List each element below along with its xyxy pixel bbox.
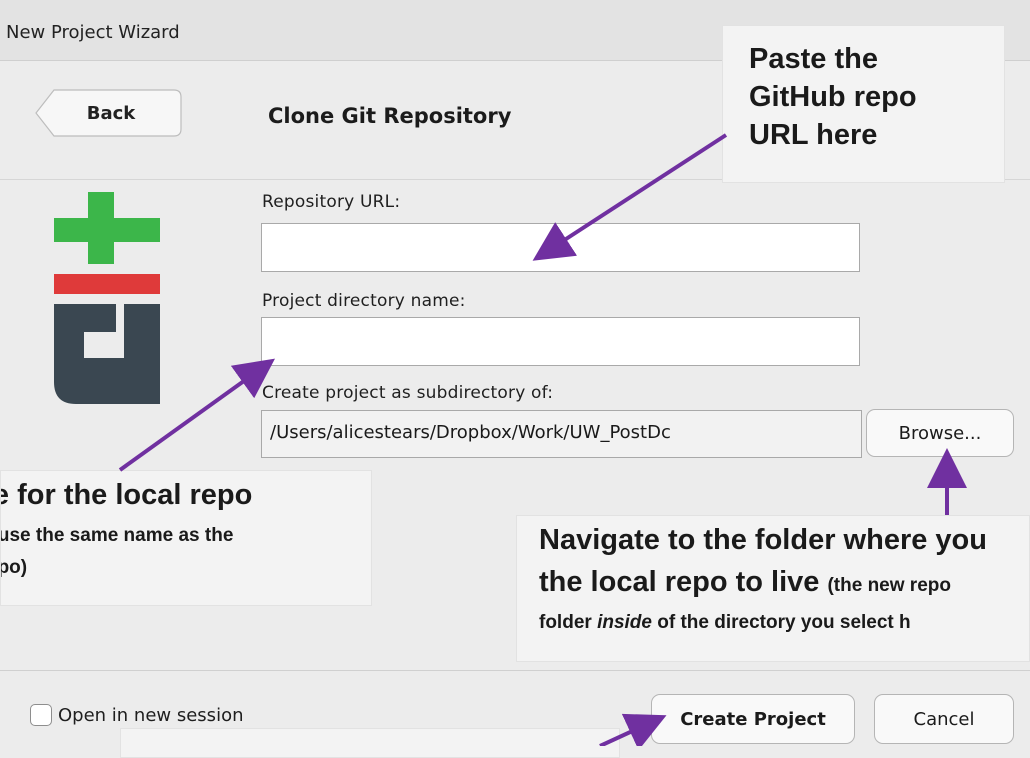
annotation-repo-url-line2: GitHub repo [749,81,917,113]
open-new-session-checkbox[interactable] [30,704,52,726]
annotation-dir-name: ame for the local repo o use the same na… [0,470,372,606]
annotation-browse-line3-italic: inside [597,612,652,633]
annotation-browse-line2: the local repo to live (the new repo [539,566,951,599]
annotation-dir-name-line2: o use the same name as the [0,525,234,546]
cancel-button[interactable]: Cancel [874,694,1014,744]
footer-divider [0,670,1030,671]
annotation-browse: Navigate to the folder where you the loc… [516,515,1030,662]
project-dir-input[interactable] [261,317,860,366]
annotation-repo-url-line3: URL here [749,119,878,151]
project-dir-label: Project directory name: [262,291,466,311]
page-title: Clone Git Repository [268,104,512,128]
annotation-browse-line2-small: (the new repo [827,575,951,596]
annotation-browse-line3-b: of the directory you select h [651,612,911,633]
subdir-label: Create project as subdirectory of: [262,383,554,403]
open-new-session-option[interactable]: Open in new session [30,704,243,726]
annotation-dir-name-line1: ame for the local repo [1,479,253,511]
git-logo-icon [54,192,160,404]
subdir-path-field: /Users/alicestears/Dropbox/Work/UW_PostD… [261,410,862,458]
annotation-browse-line3: folder inside of the directory you selec… [539,612,911,634]
browse-button[interactable]: Browse... [866,409,1014,457]
open-new-session-label: Open in new session [58,704,244,726]
back-button[interactable]: Back [34,89,182,137]
repo-url-label: Repository URL: [262,192,401,212]
annotation-browse-line1: Navigate to the folder where you [539,524,987,556]
annotation-repo-url: Paste the GitHub repo URL here [722,25,1005,183]
annotation-create-project [120,728,620,758]
annotation-browse-line2-bold: the local repo to live [539,566,828,598]
create-project-button[interactable]: Create Project [651,694,855,744]
annotation-dir-name-line3: epo) [1,557,28,578]
annotation-repo-url-line1: Paste the [749,43,878,75]
back-button-label: Back [86,102,136,124]
repo-url-input[interactable] [261,223,860,272]
window-title: New Project Wizard [6,22,180,43]
annotation-browse-line3-a: folder [539,612,598,633]
